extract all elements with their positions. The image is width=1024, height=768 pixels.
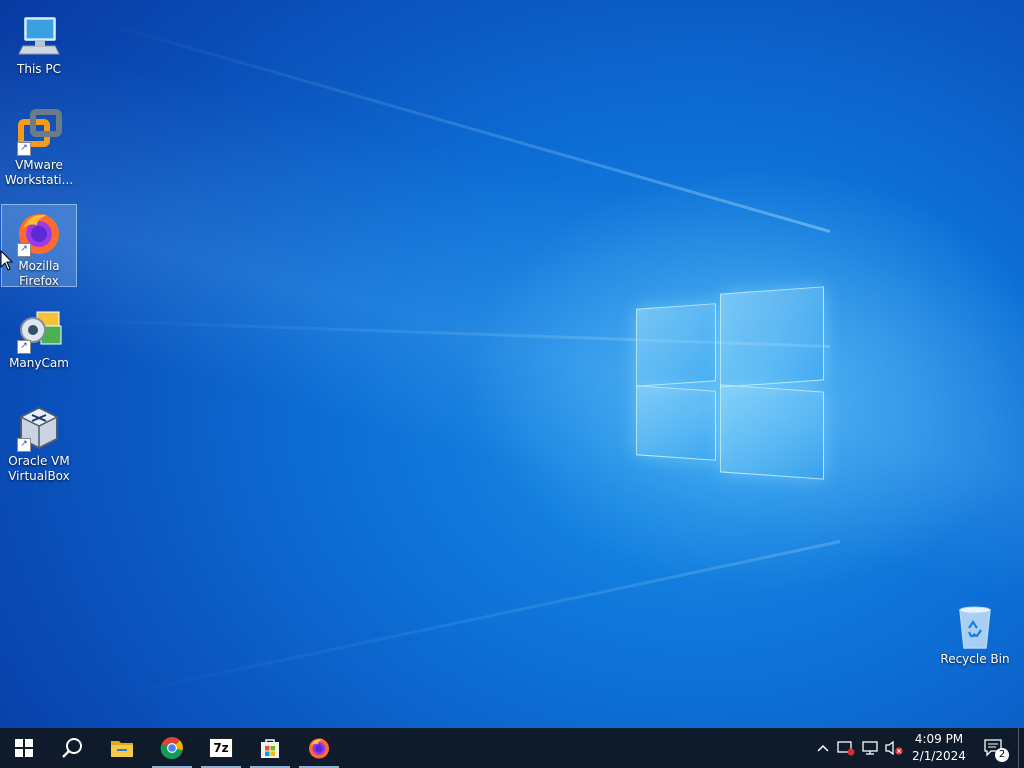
desktop-icon-recycle-bin[interactable]: Recycle Bin: [937, 598, 1013, 670]
chrome-icon: [160, 737, 183, 760]
manycam-icon: ↗: [15, 306, 63, 354]
desktop-background[interactable]: This PC ↗ VMware Workstati... ↗ Mozilla …: [0, 0, 1024, 728]
logo-pane: [720, 286, 824, 388]
desktop-icon-label: This PC: [17, 62, 61, 76]
windows-start-icon: [15, 739, 33, 757]
show-hidden-icons-chevron-up-icon[interactable]: [813, 738, 833, 758]
clock[interactable]: 4:09 PM 2/1/2024: [908, 730, 970, 766]
logo-pane: [720, 384, 824, 480]
taskbar-file-explorer[interactable]: [98, 728, 146, 768]
desktop-icon-firefox[interactable]: ↗ Mozilla Firefox: [1, 204, 77, 288]
start-button[interactable]: [0, 728, 48, 768]
this-pc-icon: [15, 12, 63, 60]
desktop-icon-label: Oracle VM VirtualBox: [8, 454, 70, 483]
logo-pane: [636, 385, 716, 461]
microsoft-store-icon: [261, 739, 279, 758]
desktop-icon-virtualbox[interactable]: ↗ Oracle VM VirtualBox: [1, 400, 77, 486]
network-icon[interactable]: [860, 738, 880, 758]
shortcut-arrow-icon: ↗: [17, 243, 31, 257]
clock-date: 2/1/2024: [912, 749, 966, 763]
taskbar-chrome[interactable]: [148, 728, 196, 768]
7zip-icon-text: 7z: [213, 741, 229, 755]
desktop-icon-vmware[interactable]: ↗ VMware Workstati...: [1, 104, 77, 188]
taskbar-firefox[interactable]: [295, 728, 343, 768]
clock-time: 4:09 PM: [914, 732, 964, 746]
mouse-cursor-icon: [0, 250, 14, 271]
windows-logo-wallpaper: [636, 286, 824, 480]
action-center-button[interactable]: 2: [982, 738, 1009, 762]
security-warning-icon[interactable]: [836, 738, 856, 758]
firefox-icon: ↗: [15, 209, 63, 257]
search-icon: [62, 738, 82, 758]
7zip-icon: 7z: [209, 738, 233, 758]
search-button[interactable]: [48, 728, 96, 768]
shortcut-arrow-icon: ↗: [17, 340, 31, 354]
shortcut-arrow-icon: ↗: [17, 438, 31, 452]
volume-muted-icon[interactable]: [884, 738, 904, 758]
logo-pane: [636, 303, 716, 387]
taskbar-microsoft-store[interactable]: [246, 728, 294, 768]
desktop-icon-label: VMware Workstati...: [4, 158, 74, 187]
wallpaper-light-cone: [0, 0, 1024, 728]
virtualbox-icon: ↗: [15, 404, 63, 452]
show-desktop-button[interactable]: [1018, 728, 1024, 768]
shortcut-arrow-icon: ↗: [17, 142, 31, 156]
desktop-icon-label: ManyCam: [9, 356, 69, 370]
desktop-icon-label: Recycle Bin: [940, 652, 1010, 666]
desktop-icon-manycam[interactable]: ↗ ManyCam: [1, 302, 77, 374]
desktop-icon-this-pc[interactable]: This PC: [1, 8, 77, 78]
file-explorer-icon: [111, 741, 133, 757]
firefox-icon: [309, 738, 329, 759]
recycle-bin-icon: [951, 602, 999, 650]
taskbar-7zip[interactable]: 7z: [197, 728, 245, 768]
vmware-icon: ↗: [15, 108, 63, 156]
notification-count-badge: 2: [995, 748, 1009, 762]
taskbar: 7z 4:09 PM 2/1/2024 2: [0, 728, 1024, 768]
